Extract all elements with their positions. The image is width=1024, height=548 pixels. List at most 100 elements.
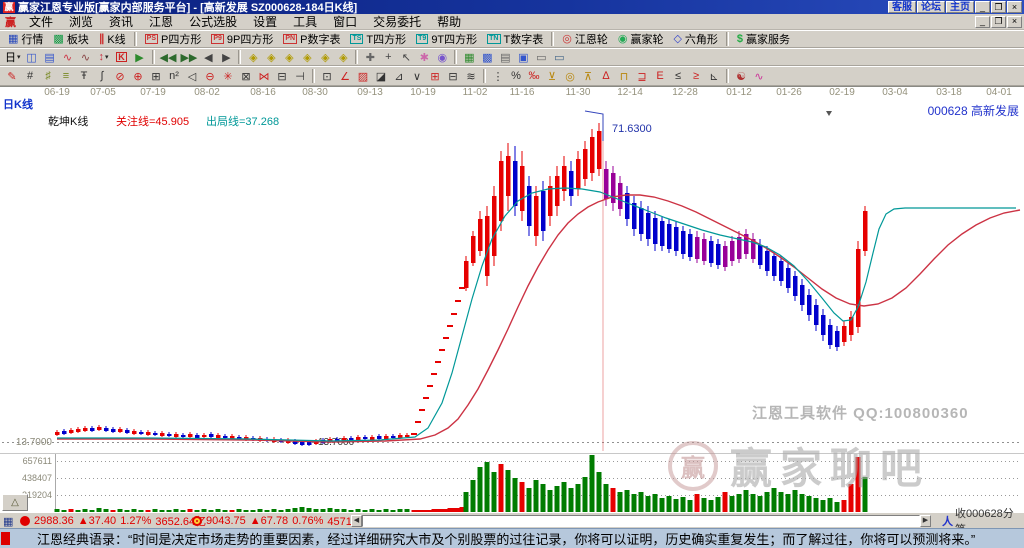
kline-mode-icon[interactable]: K bbox=[113, 49, 131, 65]
draw-grid3-icon[interactable]: ⊟ bbox=[444, 68, 462, 84]
draw-permille-icon[interactable]: ‰ bbox=[525, 68, 543, 84]
menu-window[interactable]: 窗口 bbox=[325, 13, 365, 30]
menu-help[interactable]: 帮助 bbox=[429, 13, 469, 30]
first-bar-icon[interactable]: ◀◀ bbox=[158, 49, 179, 65]
draw-gold-3-icon[interactable]: ⊓ bbox=[615, 68, 633, 84]
draw-curve-icon[interactable]: ∫ bbox=[93, 68, 111, 84]
yinyang-icon[interactable]: ☯ bbox=[732, 68, 750, 84]
gann-diamond-1-icon[interactable]: ◈ bbox=[244, 49, 262, 65]
trend-small2-icon[interactable]: ∿ bbox=[77, 49, 95, 65]
draw-fan-icon[interactable]: ✳ bbox=[219, 68, 237, 84]
kline-button[interactable]: ∥ K线 bbox=[94, 31, 131, 47]
draw-half-icon[interactable]: ◪ bbox=[372, 68, 390, 84]
draw-vee-icon[interactable]: ∨ bbox=[408, 68, 426, 84]
gann-diamond-4-icon[interactable]: ◈ bbox=[298, 49, 316, 65]
next-bar-icon[interactable]: ▶ bbox=[217, 49, 235, 65]
cross-tool-icon[interactable]: + bbox=[379, 49, 397, 65]
draw-percent-icon[interactable]: % bbox=[507, 68, 525, 84]
last-bar-icon[interactable]: ▶▶ bbox=[178, 49, 199, 65]
9t-square-button[interactable]: T9 9T四方形 bbox=[411, 31, 482, 47]
t-square-button[interactable]: TS T四方形 bbox=[345, 31, 411, 47]
gann-wheel-button[interactable]: ◎ 江恩轮 bbox=[557, 31, 613, 47]
t-number-table-button[interactable]: TN T数字表 bbox=[482, 31, 548, 47]
keyboard-icon[interactable]: ▦ bbox=[3, 514, 13, 528]
winner-service-button[interactable]: $ 赢家服务 bbox=[732, 31, 795, 47]
info-panel-icon[interactable]: ▤ bbox=[41, 49, 59, 65]
menu-news[interactable]: 资讯 bbox=[101, 13, 141, 30]
draw-gann-fan-icon[interactable]: ∠ bbox=[336, 68, 354, 84]
draw-cycle-icon[interactable]: ⊕ bbox=[129, 68, 147, 84]
menu-tools[interactable]: 工具 bbox=[285, 13, 325, 30]
shanghai-index-quote[interactable]: 2988.36 ▲37.40 1.27% 3652.64亿 bbox=[34, 514, 206, 528]
draw-tline-icon[interactable]: Ŧ bbox=[75, 68, 93, 84]
draw-angle-icon[interactable]: ◁ bbox=[183, 68, 201, 84]
draw-circle-icon[interactable]: ⊘ bbox=[111, 68, 129, 84]
calendar-icon[interactable]: ▦ bbox=[460, 49, 478, 65]
support-link-button[interactable]: 客服 bbox=[888, 1, 916, 13]
9p-square-button[interactable]: P9 9P四方形 bbox=[206, 31, 278, 47]
gann-diamond-5-icon[interactable]: ◈ bbox=[316, 49, 334, 65]
multi-window-icon[interactable]: ◫ bbox=[23, 49, 41, 65]
minimize-button[interactable]: _ bbox=[975, 1, 990, 13]
draw-box-icon[interactable]: ⊞ bbox=[147, 68, 165, 84]
child-minimize-button[interactable]: _ bbox=[975, 15, 990, 28]
shenzhen-index-icon[interactable] bbox=[192, 516, 202, 526]
draw-ge-icon[interactable]: ≥ bbox=[687, 68, 705, 84]
trend-small-icon[interactable]: ∿ bbox=[59, 49, 77, 65]
save-icon[interactable]: ▣ bbox=[514, 49, 532, 65]
draw-levels-icon[interactable]: ≡ bbox=[57, 68, 75, 84]
child-close-button[interactable]: × bbox=[1007, 15, 1022, 28]
draw-wave-icon[interactable]: ≋ bbox=[462, 68, 480, 84]
draw-shade-icon[interactable]: ▨ bbox=[354, 68, 372, 84]
wave-icon[interactable]: ∿ bbox=[750, 68, 768, 84]
pattern-tool-icon[interactable]: ◉ bbox=[433, 49, 451, 65]
p-number-table-button[interactable]: PN P数字表 bbox=[278, 31, 345, 47]
homepage-link-button[interactable]: 主页 bbox=[946, 1, 974, 13]
sectors-button[interactable]: ▩ 板块 bbox=[48, 31, 93, 47]
menu-file[interactable]: 文件 bbox=[21, 13, 61, 30]
candle-type-icon[interactable]: ↕ ▾ bbox=[95, 49, 113, 65]
draw-measure-icon[interactable]: ⋮ bbox=[489, 68, 507, 84]
draw-ratio-icon[interactable]: ⊒ bbox=[633, 68, 651, 84]
draw-gold-2-icon[interactable]: ⊼ bbox=[579, 68, 597, 84]
draw-select-icon[interactable]: ⊡ bbox=[318, 68, 336, 84]
menu-formula-pick[interactable]: 公式选股 bbox=[181, 13, 245, 30]
close-button[interactable]: × bbox=[1007, 1, 1022, 13]
print-icon[interactable]: ▭ bbox=[532, 49, 550, 65]
shanghai-index-icon[interactable] bbox=[20, 516, 30, 526]
draw-gold-circle-icon[interactable]: ◎ bbox=[561, 68, 579, 84]
draw-gold-1-icon[interactable]: ⊻ bbox=[543, 68, 561, 84]
gann-diamond-6-icon[interactable]: ◈ bbox=[334, 49, 352, 65]
chip-tool-icon[interactable]: ✱ bbox=[415, 49, 433, 65]
draw-ruler-icon[interactable]: ⊣ bbox=[291, 68, 309, 84]
draw-arc-icon[interactable]: ⊖ bbox=[201, 68, 219, 84]
child-restore-button[interactable]: ❐ bbox=[991, 15, 1006, 28]
gann-diamond-3-icon[interactable]: ◈ bbox=[280, 49, 298, 65]
move-tool-icon[interactable]: ✚ bbox=[361, 49, 379, 65]
draw-grid-icon[interactable]: # bbox=[21, 68, 39, 84]
pointer-tool-icon[interactable]: ↖ bbox=[397, 49, 415, 65]
prev-bar-icon[interactable]: ◀ bbox=[199, 49, 217, 65]
draw-cross-box-icon[interactable]: ⋈ bbox=[255, 68, 273, 84]
export-icon[interactable]: ▭ bbox=[550, 49, 568, 65]
menu-trade[interactable]: 交易委托 bbox=[365, 13, 429, 30]
draw-e-icon[interactable]: E bbox=[651, 68, 669, 84]
draw-gann-grid-icon[interactable]: ♯ bbox=[39, 68, 57, 84]
draw-xbox-icon[interactable]: ⊠ bbox=[237, 68, 255, 84]
quotes-button[interactable]: ▦ 行情 bbox=[3, 31, 48, 47]
draw-arc-angle-icon[interactable]: ⊾ bbox=[705, 68, 723, 84]
volume-pane-expand-button[interactable]: △ bbox=[2, 494, 28, 511]
period-selector[interactable]: 日 ▾ bbox=[3, 49, 23, 65]
scroll-left-button[interactable]: ◀ bbox=[351, 515, 362, 527]
scroll-right-button[interactable]: ▶ bbox=[920, 515, 931, 527]
replay-icon[interactable]: ▶ bbox=[131, 49, 149, 65]
hexagon-button[interactable]: ◇ 六角形 bbox=[668, 31, 722, 47]
menu-gann[interactable]: 江恩 bbox=[141, 13, 181, 30]
calculator-icon[interactable]: ▩ bbox=[478, 49, 496, 65]
winner-wheel-button[interactable]: ◉ 赢家轮 bbox=[613, 31, 669, 47]
draw-delta-icon[interactable]: ∆ bbox=[597, 68, 615, 84]
draw-square-num-icon[interactable]: n² bbox=[165, 68, 183, 84]
draw-le-icon[interactable]: ≤ bbox=[669, 68, 687, 84]
draw-grid2-icon[interactable]: ⊞ bbox=[426, 68, 444, 84]
horizontal-scrollbar[interactable] bbox=[362, 515, 920, 527]
